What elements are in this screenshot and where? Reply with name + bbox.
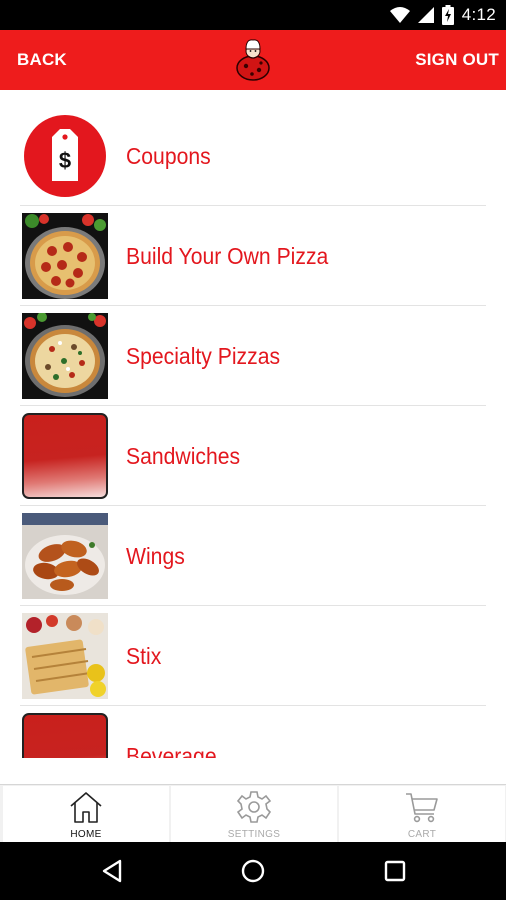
menu-item-label: Build Your Own Pizza <box>126 243 329 269</box>
red-placeholder-tile <box>22 413 108 499</box>
menu-item-build-your-own-pizza[interactable]: Build Your Own Pizza <box>20 206 486 306</box>
menu-item-label: Wings <box>126 543 185 569</box>
menu-item-coupons[interactable]: $ Coupons <box>20 106 486 206</box>
tab-label: HOME <box>70 829 102 840</box>
svg-text:$: $ <box>59 148 71 173</box>
coupon-tag-icon: $ <box>24 115 106 197</box>
menu-item-label: Beverage <box>126 743 217 758</box>
tab-cart[interactable]: CART <box>339 786 505 842</box>
red-placeholder-tile <box>22 713 108 758</box>
system-nav-bar <box>0 842 506 900</box>
signal-icon <box>417 7 434 23</box>
menu-item-sandwiches[interactable]: Sandwiches <box>20 406 486 506</box>
menu-item-label: Specialty Pizzas <box>126 343 281 369</box>
gear-icon <box>236 791 272 823</box>
menu-item-stix[interactable]: Stix <box>20 606 486 706</box>
back-triangle-icon[interactable] <box>96 855 128 887</box>
menu-item-label: Coupons <box>126 143 211 169</box>
cart-icon <box>406 793 438 823</box>
menu-item-wings[interactable]: Wings <box>20 506 486 606</box>
menu-list: $ Coupons Build Your Own Pizza Specialty… <box>0 90 506 758</box>
menu-item-specialty-pizzas[interactable]: Specialty Pizzas <box>20 306 486 406</box>
home-icon <box>70 792 102 823</box>
pizza-chef-logo-icon[interactable] <box>233 37 273 83</box>
specialty-pizza-photo <box>22 313 108 399</box>
menu-item-beverage[interactable]: Beverage <box>20 706 486 758</box>
pepperoni-pizza-photo <box>22 213 108 299</box>
bottom-tab-bar: HOME SETTINGS CART <box>0 784 506 842</box>
status-icons: 4:12 <box>389 4 496 26</box>
menu-item-label: Stix <box>126 643 162 669</box>
tab-settings[interactable]: SETTINGS <box>171 786 337 842</box>
status-bar: 4:12 <box>0 0 506 30</box>
wifi-icon <box>389 7 410 23</box>
status-time: 4:12 <box>461 5 496 24</box>
stix-photo <box>22 613 108 699</box>
recents-square-icon[interactable] <box>379 855 411 887</box>
wings-photo <box>22 513 108 599</box>
home-circle-icon[interactable] <box>237 855 269 887</box>
tab-home[interactable]: HOME <box>3 786 169 842</box>
back-button[interactable]: BACK <box>17 30 67 90</box>
tab-label: CART <box>407 829 437 840</box>
menu-item-label: Sandwiches <box>126 443 241 469</box>
app-bar: BACK SIGN OUT <box>0 30 506 90</box>
tab-label: SETTINGS <box>227 829 281 840</box>
battery-charging-icon <box>441 5 454 25</box>
sign-out-button[interactable]: SIGN OUT <box>415 30 499 90</box>
